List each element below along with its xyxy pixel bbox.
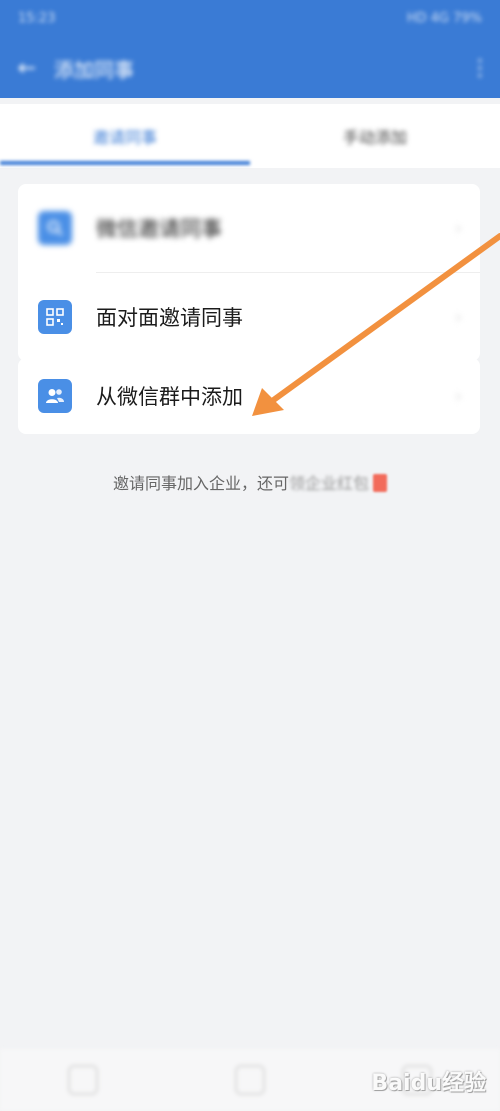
annotation-arrow-icon bbox=[252, 233, 500, 416]
